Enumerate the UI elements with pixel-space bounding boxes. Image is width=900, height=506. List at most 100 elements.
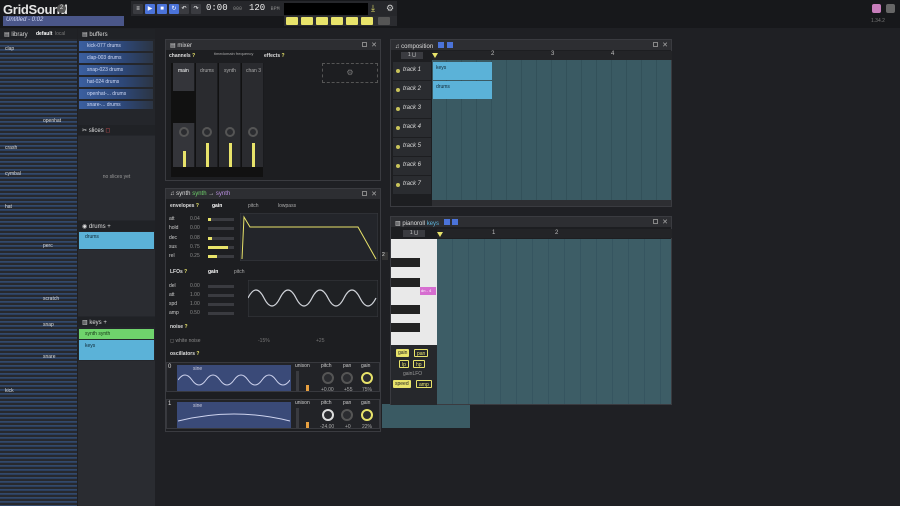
lfo-spd-slider[interactable] [208, 303, 234, 306]
pan-knob[interactable] [248, 127, 258, 137]
gain-fader[interactable] [183, 151, 186, 167]
split-handle[interactable]: 2 [382, 252, 388, 260]
pan-knob[interactable] [179, 127, 189, 137]
library-tab-local[interactable]: local [55, 31, 65, 37]
close-icon[interactable]: ✕ [371, 41, 377, 49]
piano-black-key[interactable] [391, 305, 420, 314]
osc-pitch-knob[interactable] [322, 409, 334, 421]
logout-icon[interactable] [886, 4, 895, 13]
window-toggle-comp[interactable] [346, 17, 358, 25]
gain-fader[interactable] [206, 143, 209, 167]
library-sample[interactable]: snap [43, 322, 54, 328]
prop-lp[interactable]: lp [399, 360, 409, 368]
buffer-item[interactable]: snare-... drums [79, 101, 153, 109]
close-icon[interactable]: ✕ [371, 190, 377, 198]
track-toggle-icon[interactable] [396, 145, 400, 149]
osc-pan-knob[interactable] [341, 372, 353, 384]
piano-black-key[interactable] [391, 323, 420, 332]
lfo-graph[interactable] [248, 280, 378, 317]
synth-tag[interactable]: synth [192, 191, 206, 197]
library-sample[interactable]: crash [5, 145, 17, 151]
gain-fader[interactable] [252, 143, 255, 167]
play-icon[interactable]: ▶ [145, 4, 155, 14]
library-sample[interactable]: hat [5, 204, 12, 210]
library-sample[interactable]: perc [43, 243, 53, 249]
white-noise-toggle[interactable]: ◻ white noise [170, 338, 201, 344]
drums-add-icon[interactable]: + [107, 224, 111, 230]
lfo-att-slider[interactable] [208, 294, 234, 297]
osc-gain-knob[interactable] [361, 409, 373, 421]
library-sample[interactable]: scratch [43, 296, 59, 302]
window-toggle-piano[interactable] [316, 17, 328, 25]
osc-unison-slider[interactable] [306, 422, 309, 428]
buffer-item[interactable]: hat-024 drums [79, 77, 153, 87]
track-toggle-icon[interactable] [396, 164, 400, 168]
pianoroll-tag[interactable]: keys [427, 221, 439, 227]
playhead-icon[interactable] [437, 232, 443, 237]
lfo-amp-slider[interactable] [208, 312, 234, 315]
piano-black-key[interactable] [391, 258, 420, 267]
magnet-icon[interactable]: 1 ⋃ [403, 230, 425, 237]
window-toggle-drums[interactable] [331, 17, 343, 25]
piano-black-key[interactable] [391, 278, 420, 287]
track-row[interactable]: track 1 [393, 62, 431, 80]
osc-unison-slider[interactable] [296, 408, 299, 428]
stop-icon[interactable] [446, 42, 453, 48]
maximize-icon[interactable] [653, 42, 658, 47]
env-hold-slider[interactable] [208, 227, 234, 230]
note-label[interactable]: dn - 4 [420, 287, 436, 295]
redo-icon[interactable]: ↷ [191, 4, 201, 14]
play-icon[interactable] [443, 219, 450, 225]
prop-hp[interactable]: hp [413, 360, 425, 368]
loop-icon[interactable]: ↻ [169, 4, 179, 14]
lfo-del-slider[interactable] [208, 285, 234, 288]
buffer-item[interactable]: snap-023 drums [79, 65, 153, 75]
osc-gain-knob[interactable] [361, 372, 373, 384]
env-dec-slider[interactable] [208, 237, 234, 240]
keys-item[interactable]: keys [79, 340, 154, 360]
stop-icon[interactable]: ■ [157, 4, 167, 14]
prop-pan[interactable]: pan [414, 349, 429, 357]
pattern-clip-drums[interactable]: drums [433, 81, 492, 99]
buffer-item[interactable]: kick-077 drums [79, 41, 153, 51]
maximize-icon[interactable] [362, 42, 367, 47]
version-badge[interactable]: 2 [57, 4, 66, 13]
osc-pan-knob[interactable] [341, 409, 353, 421]
drums-item[interactable]: drums [79, 232, 154, 249]
track-toggle-icon[interactable] [396, 88, 400, 92]
window-toggle-mixer[interactable] [286, 17, 298, 25]
pan-knob[interactable] [202, 127, 212, 137]
track-toggle-icon[interactable] [396, 183, 400, 187]
env-sus-slider[interactable] [208, 246, 234, 249]
synth-target[interactable]: synth [216, 191, 230, 197]
lfo-tab-gain[interactable]: gain [208, 269, 218, 275]
library-sample[interactable]: snare [43, 354, 56, 360]
bpm-display[interactable]: 120 BPM [249, 3, 280, 13]
keys-add-icon[interactable]: + [103, 320, 107, 326]
track-toggle-icon[interactable] [396, 126, 400, 130]
pianoroll-grid[interactable] [437, 239, 671, 404]
library-sample[interactable]: clap [5, 46, 14, 52]
env-att-slider[interactable] [208, 218, 234, 221]
playhead-icon[interactable] [432, 53, 438, 58]
maximize-icon[interactable] [362, 191, 367, 196]
keys-item[interactable]: synth synth [79, 329, 154, 339]
effect-add-slot[interactable]: ⚙ [322, 63, 378, 83]
close-icon[interactable]: ✕ [662, 41, 668, 49]
noise-pan[interactable]: +25 [316, 338, 324, 344]
window-toggle-synth[interactable] [301, 17, 313, 25]
lfo-tab-pitch[interactable]: pitch [234, 269, 245, 275]
pattern-clip-keys[interactable]: keys [433, 62, 492, 80]
undo-icon[interactable]: ↶ [179, 4, 189, 14]
library-sample[interactable]: openhat [43, 118, 61, 124]
download-icon[interactable]: ⤓ [371, 3, 381, 13]
library-tab-default[interactable]: default [36, 31, 52, 37]
time-display[interactable]: 0:00 000 [206, 3, 242, 13]
maximize-icon[interactable] [653, 219, 658, 224]
osc-unison-slider[interactable] [306, 385, 309, 391]
buffer-item[interactable]: openhat-... drums [79, 89, 153, 99]
project-title[interactable]: Untitled - 0:02 [3, 16, 124, 26]
env-tab-pitch[interactable]: pitch [248, 203, 259, 209]
prop-gain[interactable]: gain [396, 349, 410, 357]
magnet-icon[interactable]: 1 ⋃ [401, 52, 423, 59]
